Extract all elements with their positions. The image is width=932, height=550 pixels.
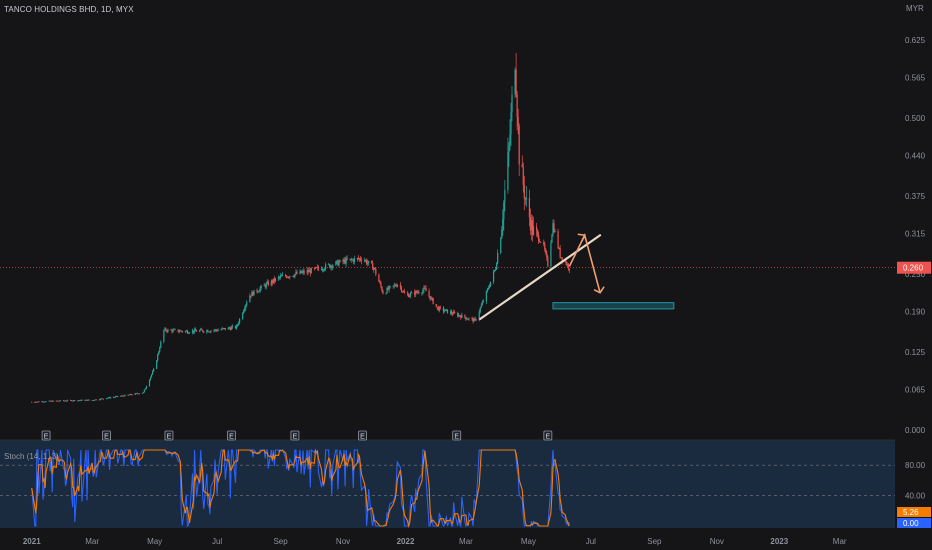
x-tick-label: May [521,537,536,546]
stoch-k-label: 5.26 [903,508,919,517]
earnings-marker[interactable]: E [543,430,553,441]
candle [143,389,145,393]
y-tick-label: 0.500 [905,114,926,123]
y-tick-label: 0.565 [905,73,926,82]
x-tick-label: May [147,537,162,546]
candle [148,379,151,387]
candle [514,67,516,99]
x-tick-label: Mar [833,537,847,546]
earnings-marker-label: E [44,434,49,441]
y-tick-label: 0.315 [905,229,926,238]
y-tick-label: 0.000 [905,426,926,435]
x-tick-label: Nov [710,537,724,546]
candle [85,399,87,401]
candle [550,240,552,270]
candle [158,350,160,356]
candle [127,394,129,396]
candle [489,281,492,287]
earnings-marker-label: E [229,434,234,441]
stoch-d-label: 0.00 [903,519,919,528]
earnings-marker[interactable]: E [358,430,367,441]
price-chart[interactable]: E E E E E E E E 0.625 0.565 0.500 0.440 0.375 0.315 0… [0,0,932,550]
candle [163,329,165,344]
candle [557,228,559,250]
candle [310,267,312,274]
candle [88,399,90,401]
y-tick-label: 0.625 [905,36,926,45]
x-tick-label: Sep [647,537,662,546]
earnings-marker-label: E [167,434,172,441]
y-tick-label: 0.440 [905,151,926,160]
candle [551,233,553,244]
candle [56,400,58,402]
earnings-marker-label: E [293,434,298,441]
candle [242,311,244,320]
x-tick-label: Nov [336,537,350,546]
candle [141,392,143,394]
y-tick-label: 0.190 [905,307,926,316]
stoch-title: Stoch (14, 1, 3) [4,452,59,461]
candle [137,393,139,395]
candle [102,398,105,400]
chart-title: TANCO HOLDINGS BHD, 1D, MYX [4,5,134,14]
earnings-marker[interactable]: E [290,430,300,441]
candle [101,398,104,400]
x-tick-label: 2021 [23,537,41,546]
stoch-level-label: 80.00 [905,461,926,470]
earnings-marker[interactable]: E [164,430,174,441]
candle [300,270,302,274]
candle [500,236,502,255]
candle [57,400,59,402]
y-tick-label: 0.065 [905,385,926,394]
earnings-marker[interactable]: E [227,430,236,441]
earnings-marker-label: E [546,434,551,441]
candle [135,393,137,395]
x-tick-label: Mar [459,537,473,546]
candle [335,260,337,266]
y-tick-label: 0.375 [905,192,926,201]
earnings-marker-label: E [104,434,109,441]
candle [444,309,447,311]
x-tick-label: Mar [85,537,99,546]
candle [446,309,449,314]
x-tick-label: 2022 [397,537,415,546]
x-tick-label: Jul [586,537,596,546]
x-tick-label: Jul [212,537,222,546]
candle [93,400,95,401]
stoch-level-label: 40.00 [905,492,926,501]
last-price-label: 0.260 [903,264,924,273]
currency-label: MYR [906,4,924,13]
target-zone[interactable] [552,302,675,310]
earnings-marker-label: E [454,434,459,441]
y-tick-label: 0.125 [905,348,926,357]
earnings-marker[interactable]: E [452,430,462,441]
candle [560,257,562,259]
candle [37,401,39,403]
candle [91,400,93,401]
earnings-marker-label: E [360,434,365,441]
x-tick-label: 2023 [770,537,788,546]
earnings-marker[interactable]: E [41,430,51,441]
candle [94,399,96,401]
candle [156,359,158,370]
candle [253,290,255,296]
candle [378,273,380,282]
candle [79,400,81,402]
candle [432,297,434,305]
earnings-marker[interactable]: E [102,430,111,441]
x-tick-label: Sep [273,537,288,546]
